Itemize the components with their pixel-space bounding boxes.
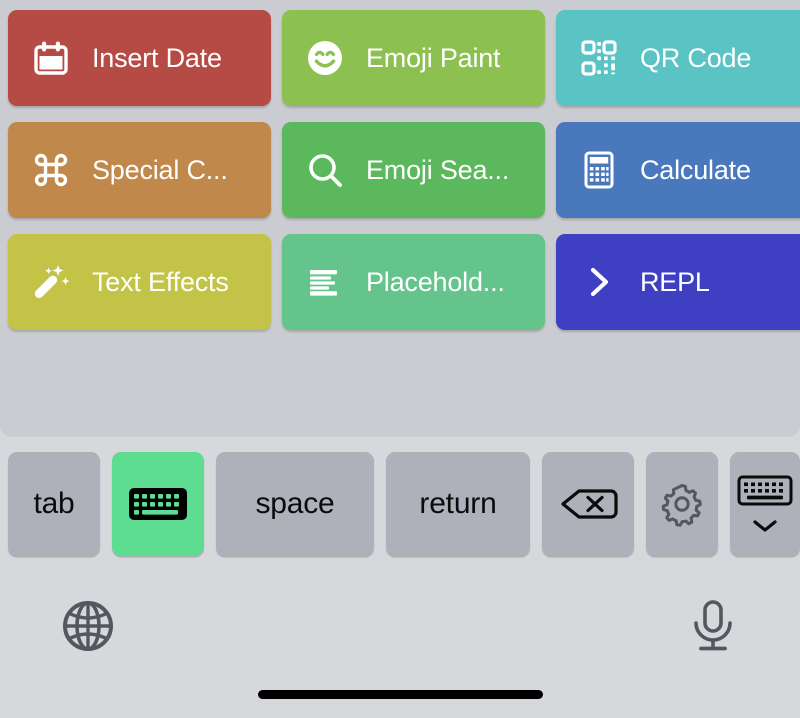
action-button-label: Text Effects	[92, 266, 229, 297]
action-button-label: Calculate	[640, 154, 751, 185]
command-key-icon	[28, 147, 74, 193]
key-label: return	[419, 487, 497, 520]
calendar-icon	[28, 35, 74, 81]
key-space[interactable]: space	[216, 452, 374, 556]
action-button-text-effects[interactable]: Text Effects	[8, 234, 271, 330]
text-lines-icon	[302, 259, 348, 305]
key-label: tab	[33, 487, 75, 520]
calculator-icon	[576, 147, 622, 193]
smiley-face-icon	[302, 35, 348, 81]
chevron-down-icon	[750, 519, 780, 533]
action-button-insert-date[interactable]: Insert Date	[8, 10, 271, 106]
key-keyboard-toggle[interactable]	[112, 452, 204, 556]
key-dismiss-keyboard[interactable]	[730, 452, 800, 556]
action-button-special-chars[interactable]: Special C...	[8, 122, 271, 218]
action-grid: Insert Date Emoji Paint QR Code Special …	[8, 10, 800, 330]
key-label: space	[255, 487, 335, 520]
action-button-label: REPL	[640, 266, 710, 297]
magic-wand-icon	[28, 259, 74, 305]
globe-button[interactable]	[56, 596, 120, 660]
globe-icon	[59, 597, 117, 660]
action-button-qr-code[interactable]: QR Code	[556, 10, 800, 106]
keyboard-icon	[127, 482, 189, 526]
action-button-emoji-search[interactable]: Emoji Sea...	[282, 122, 545, 218]
microphone-button[interactable]	[681, 596, 745, 660]
key-return[interactable]: return	[386, 452, 530, 556]
action-button-label: Special C...	[92, 154, 228, 185]
chevron-right-icon	[576, 259, 622, 305]
keyboard-dismiss-icon	[737, 475, 793, 515]
bottom-bar	[0, 580, 800, 684]
action-button-calculate[interactable]: Calculate	[556, 122, 800, 218]
microphone-icon	[684, 597, 742, 660]
action-button-repl[interactable]: REPL	[556, 234, 800, 330]
action-button-label: Insert Date	[92, 42, 222, 73]
key-tab[interactable]: tab	[8, 452, 100, 556]
action-button-label: Emoji Paint	[366, 42, 501, 73]
gear-icon	[658, 480, 706, 528]
key-delete[interactable]	[542, 452, 634, 556]
key-settings[interactable]	[646, 452, 718, 556]
magnifier-icon	[302, 147, 348, 193]
home-indicator[interactable]	[258, 690, 543, 699]
action-button-emoji-paint[interactable]: Emoji Paint	[282, 10, 545, 106]
qr-code-icon	[576, 35, 622, 81]
keyboard-screen: Insert Date Emoji Paint QR Code Special …	[0, 0, 800, 718]
keyboard-toolbar: tab space return	[0, 452, 800, 556]
action-button-label: Placehold...	[366, 266, 505, 297]
action-button-placeholder[interactable]: Placehold...	[282, 234, 545, 330]
action-panel: Insert Date Emoji Paint QR Code Special …	[0, 0, 800, 437]
delete-backward-icon	[557, 482, 619, 526]
action-button-label: Emoji Sea...	[366, 154, 510, 185]
action-button-label: QR Code	[640, 42, 752, 73]
